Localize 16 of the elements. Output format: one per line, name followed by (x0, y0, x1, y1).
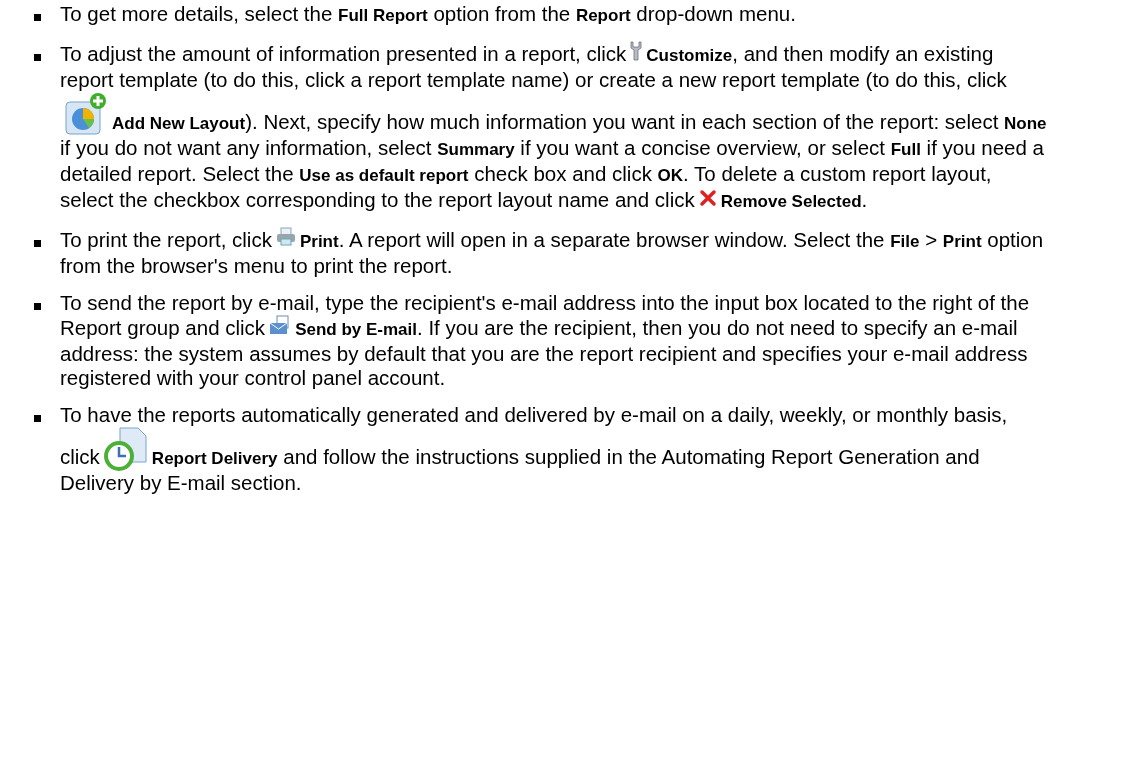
wrench-icon (630, 41, 643, 61)
bullet-icon (34, 14, 41, 21)
bullet-icon (34, 303, 41, 310)
printer-icon (275, 227, 296, 247)
close-icon (698, 189, 717, 207)
envelope-icon (269, 315, 292, 335)
clock-document-icon (103, 427, 148, 471)
instruction-text: To have the reports automatically generated and delivered by e-mail on a daily, weekly, or monthly basis, click Report Delivery and follow the instructions supplied in the Automating Report Generation and Delivery by E-mail section. (60, 403, 1009, 495)
bullet-icon (34, 54, 41, 61)
pie-chart-plus-icon (64, 92, 108, 136)
instruction-text: To adjust the amount of information presented in a report, click Customize, and then modify an existing report template (to do this, click a report template name) or create a new report template (to do this, click Add New Layout). Next, specify how much information you want in each section of the report: select None if you do not want any information, select Summary if you want a concise overview, or select Full if you need a detailed report. Select the Use as default report check box and click OK. To delete a custom report layout, select the checkbox corresponding to the report layout name and click Remove Selected. (60, 41, 1048, 213)
bullet-icon (34, 415, 41, 422)
instruction-text: To get more details, select the Full Report option from the Report drop-down menu. (60, 2, 797, 27)
instruction-text: To send the report by e-mail, type the recipient's e-mail address into the input box located to the right of the Report group and click Send by E-mail. If you are the recipient, then you do not need to specify an e-mail address: the system assumes by default that you are the report recipient and specifies your e-mail address registered with your control panel account. (60, 291, 1031, 390)
instruction-text: To print the report, click Print. A report will open in a separate browser window. Select the File > Print option from the browser's menu to print the report. (60, 227, 1045, 278)
bullet-icon (34, 240, 41, 247)
